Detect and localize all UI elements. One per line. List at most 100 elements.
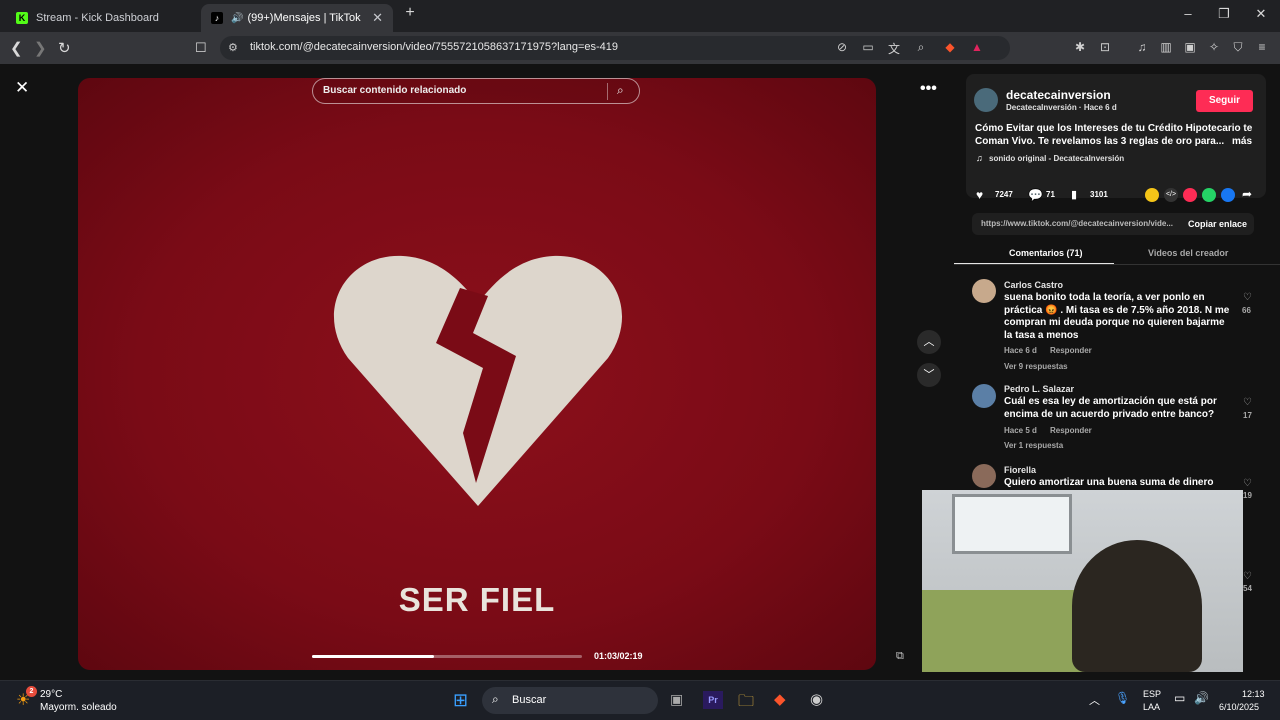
tab-divider	[954, 264, 1280, 265]
screenshot-icon[interactable]: ⊡	[1097, 40, 1113, 54]
comment-like-icon[interactable]: ♡	[1243, 478, 1252, 489]
bookmark-icon[interactable]: ☐	[195, 40, 207, 56]
previous-video-button[interactable]: ︿	[917, 330, 941, 354]
commenter-avatar[interactable]	[972, 279, 996, 303]
tab-tiktok[interactable]: ♪ 🔊 (99+)Mensajes | TikTok ✕	[201, 4, 393, 32]
weather-temp[interactable]: 29°C	[40, 689, 62, 700]
browser-toolbar: ❮ ❯ ↻ ☐ ⚙ tiktok.com/@decatecainversion/…	[0, 32, 1280, 64]
comment-like-icon[interactable]: ♡	[1243, 292, 1252, 303]
brave-rewards-icon[interactable]: ▲	[969, 40, 985, 54]
browser-tab-strip: K Stream - Kick Dashboard ♪ 🔊 (99+)Mensa…	[0, 0, 1280, 32]
speaker-icon: 🔊	[231, 12, 244, 24]
like-icon[interactable]: ♥	[976, 188, 983, 202]
creator-handle[interactable]: decatecainversion	[1006, 88, 1111, 102]
reload-button[interactable]: ↻	[58, 39, 71, 57]
taskbar-search[interactable]: ⌕ Buscar	[482, 687, 658, 714]
media-icon[interactable]: ♫	[1134, 40, 1150, 54]
tray-chevron-icon[interactable]: ︿	[1089, 692, 1100, 708]
close-window-button[interactable]: ✕	[1251, 6, 1271, 22]
description-line-1: Cómo Evitar que los Intereses de tu Créd…	[975, 123, 1253, 134]
comment-text: suena bonito toda la teoría, a ver ponlo…	[1004, 292, 1230, 341]
share-icon[interactable]: ➦	[1242, 187, 1252, 201]
tab-comments[interactable]: Comentarios (71)	[1009, 248, 1083, 258]
embed-icon[interactable]: </>	[1164, 188, 1178, 202]
menu-icon[interactable]: ≡	[1254, 40, 1270, 54]
tab-creator-videos[interactable]: Videos del creador	[1148, 248, 1228, 258]
maximize-button[interactable]: ❐	[1214, 6, 1234, 22]
comment-like-icon[interactable]: ♡	[1243, 397, 1252, 408]
commenter-name[interactable]: Carlos Castro	[1004, 280, 1063, 290]
close-video-icon[interactable]: ✕	[15, 78, 29, 98]
premiere-icon[interactable]: Pr	[703, 691, 723, 709]
sidebar-icon[interactable]: ▥	[1158, 40, 1174, 54]
send-icon[interactable]	[1183, 188, 1197, 202]
language-code[interactable]: ESP	[1143, 689, 1161, 699]
microphone-icon[interactable]: 🎙	[1115, 691, 1130, 705]
leo-icon[interactable]: ✧	[1206, 40, 1222, 54]
translate-icon[interactable]: 文	[886, 40, 902, 57]
minimize-button[interactable]: –	[1178, 6, 1198, 21]
wallet-icon[interactable]: ▣	[1182, 40, 1198, 54]
more-link[interactable]: más	[1232, 136, 1252, 147]
volume-icon[interactable]: 🔊	[1194, 691, 1209, 705]
url-text[interactable]: tiktok.com/@decatecainversion/video/7555…	[250, 41, 618, 53]
kick-icon: K	[16, 12, 28, 24]
view-replies-link[interactable]: Ver 1 respuesta	[1004, 441, 1063, 450]
window-graphic	[952, 494, 1072, 554]
save-count: 3101	[1090, 190, 1108, 199]
search-icon[interactable]: ⌕	[617, 83, 624, 98]
brave-shields-icon[interactable]: ◆	[942, 40, 958, 54]
comment-time: Hace 5 d	[1004, 426, 1037, 435]
commenter-name[interactable]: Fiorella	[1004, 465, 1036, 475]
extensions-icon[interactable]: ✱	[1072, 40, 1088, 54]
cast-icon[interactable]: ▭	[860, 40, 876, 54]
reply-button[interactable]: Responder	[1050, 426, 1092, 435]
copy-link-button[interactable]: Copiar enlace	[1188, 219, 1247, 229]
media-block-icon[interactable]: ⊘	[834, 40, 850, 54]
view-replies-link[interactable]: Ver 9 respuestas	[1004, 362, 1068, 371]
commenter-avatar[interactable]	[972, 384, 996, 408]
broken-heart-graphic	[333, 255, 623, 506]
network-icon[interactable]: ▭	[1174, 691, 1185, 705]
creator-subtitle: DecatecaInversión · Hace 6 d	[1006, 103, 1117, 112]
clock-time[interactable]: 12:13	[1242, 689, 1265, 699]
close-tab-icon[interactable]: ✕	[372, 10, 383, 26]
windows-taskbar: ☀ 2 29°C Mayorm. soleado ⊞ ⌕ Buscar ▣ Pr…	[0, 680, 1280, 720]
coin-icon[interactable]	[1145, 188, 1159, 202]
whatsapp-icon[interactable]	[1202, 188, 1216, 202]
brave-browser-icon[interactable]: ◆	[774, 690, 786, 708]
follow-button[interactable]: Seguir	[1196, 90, 1253, 112]
creator-avatar[interactable]	[974, 88, 998, 112]
sound-label[interactable]: sonido original - DecatecaInversión	[989, 154, 1124, 163]
file-explorer-icon[interactable]: 🗀	[738, 690, 754, 717]
tab-kick-dashboard[interactable]: K Stream - Kick Dashboard	[6, 4, 201, 32]
windows-start-icon[interactable]: ⊞	[453, 690, 468, 711]
comment-like-icon[interactable]: ♡	[1243, 571, 1252, 582]
tiktok-icon: ♪	[211, 12, 223, 24]
vpn-icon[interactable]: ⛉	[1230, 40, 1246, 55]
related-search-input[interactable]: Buscar contenido relacionado ⌕	[312, 78, 640, 104]
task-view-icon[interactable]: ▣	[670, 691, 683, 708]
new-tab-button[interactable]: +	[400, 4, 420, 22]
commenter-name[interactable]: Pedro L. Salazar	[1004, 384, 1074, 394]
comment-like-count: 66	[1242, 306, 1251, 315]
reply-button[interactable]: Responder	[1050, 346, 1092, 355]
back-button[interactable]: ❮	[10, 39, 23, 57]
language-layout[interactable]: LAA	[1143, 702, 1160, 712]
commenter-avatar[interactable]	[972, 464, 996, 488]
more-options-icon[interactable]: •••	[920, 80, 937, 98]
video-player[interactable]: Buscar contenido relacionado ⌕ SER FIEL …	[78, 78, 876, 670]
zoom-icon[interactable]: ⌕	[913, 40, 929, 55]
clock-date[interactable]: 6/10/2025	[1219, 702, 1259, 712]
forward-button[interactable]: ❯	[34, 39, 47, 57]
comment-icon[interactable]: 💬	[1028, 188, 1043, 202]
weather-badge: 2	[26, 686, 37, 697]
facebook-icon[interactable]	[1221, 188, 1235, 202]
weather-desc[interactable]: Mayorm. soleado	[40, 702, 117, 713]
bookmark-save-icon[interactable]: ▮	[1071, 188, 1077, 201]
next-video-button[interactable]: ﹀	[917, 363, 941, 387]
obs-icon[interactable]: ◉	[810, 690, 823, 708]
site-settings-icon[interactable]: ⚙	[228, 41, 238, 54]
video-progress-bar[interactable]	[312, 655, 582, 658]
pip-icon[interactable]: ⧉	[896, 650, 904, 663]
